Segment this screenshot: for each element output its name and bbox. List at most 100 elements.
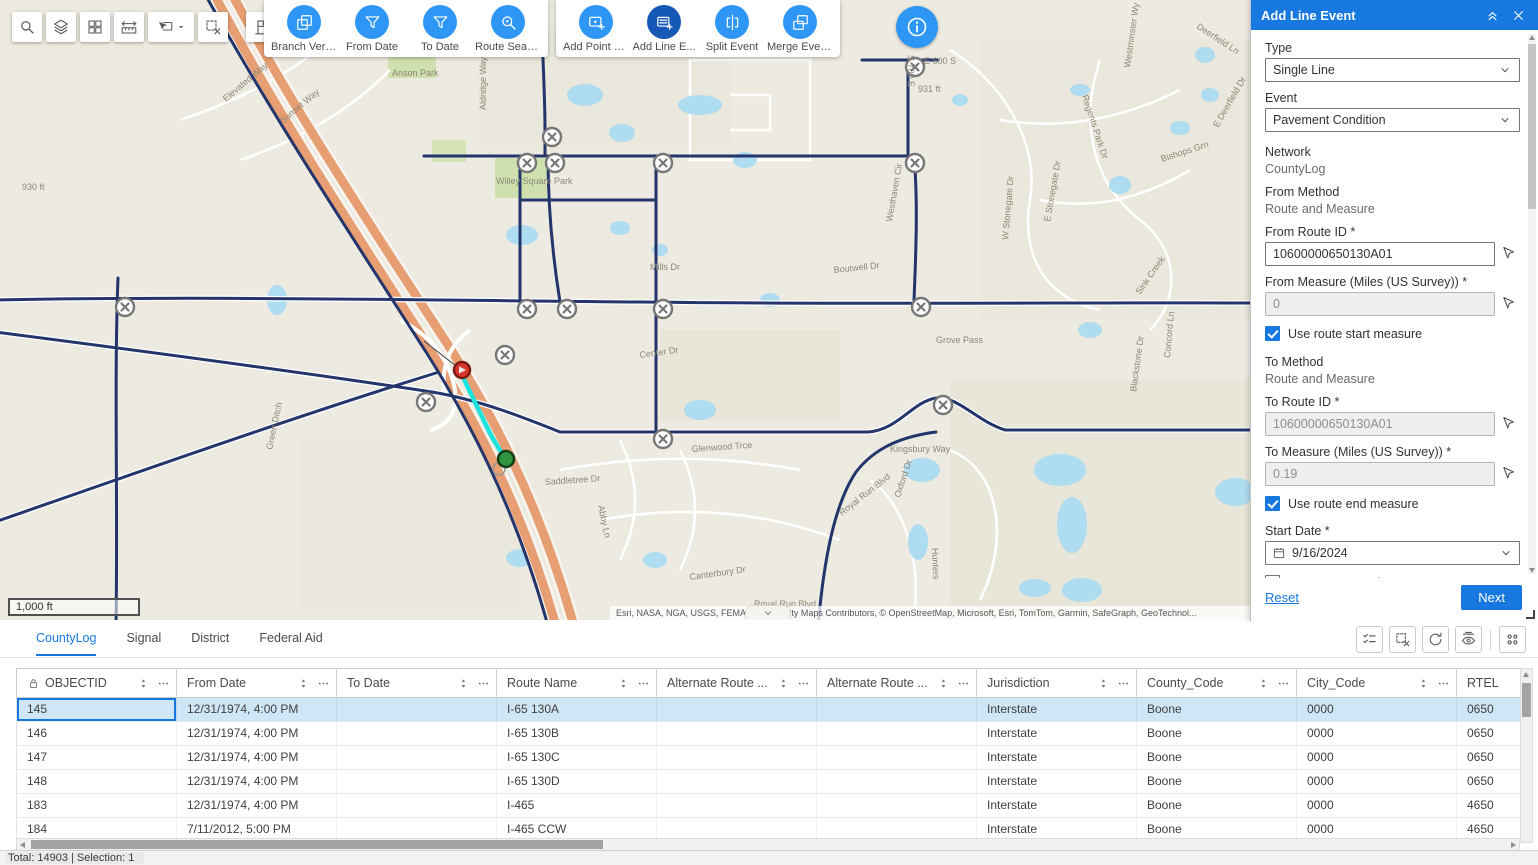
table-cell[interactable]: 0000 [1297,794,1457,817]
table-cell[interactable]: 12/31/1974, 4:00 PM [177,746,337,769]
table-cell[interactable]: 12/31/1974, 4:00 PM [177,770,337,793]
table-cell[interactable]: Boone [1137,746,1297,769]
column-header[interactable]: Route Name [497,668,657,698]
from-date-button[interactable]: From Date [340,5,404,53]
select-button[interactable] [148,12,194,42]
show-hide-columns-button[interactable] [1455,626,1482,653]
table-cell[interactable]: Interstate [977,794,1137,817]
table-cell[interactable]: 0000 [1297,698,1457,721]
table-cell[interactable]: I-465 [497,794,657,817]
tab-signal[interactable]: Signal [126,631,161,656]
panel-resize-handle[interactable] [1526,610,1535,619]
collapse-button[interactable] [1482,5,1502,25]
use-route-start-measure-row[interactable]: Use route start measure [1265,326,1520,341]
layers-button[interactable] [46,12,76,42]
tab-district[interactable]: District [191,631,229,656]
table-row[interactable]: 14512/31/1974, 4:00 PM I-65 130A Interstat… [17,698,1520,722]
table-cell[interactable] [657,770,817,793]
table-cell[interactable] [657,698,817,721]
use-route-start-measure-checkbox[interactable] [1265,326,1280,341]
table-cell[interactable]: 0650 [1457,722,1521,745]
scroll-thumb[interactable] [1528,44,1536,209]
table-vertical-scrollbar[interactable] [1520,668,1533,843]
column-header[interactable]: From Date [177,668,337,698]
type-select[interactable]: Single Line [1265,58,1520,82]
table-cell[interactable] [657,794,817,817]
table-cell[interactable]: 145 [17,698,177,721]
table-cell[interactable]: I-65 130B [497,722,657,745]
table-cell[interactable]: 0000 [1297,746,1457,769]
pick-measure-icon[interactable] [1500,294,1520,314]
table-cell[interactable] [337,698,497,721]
table-cell[interactable]: 0000 [1297,722,1457,745]
table-cell[interactable]: I-65 130A [497,698,657,721]
start-date-input[interactable]: 9/16/2024 [1265,541,1520,565]
scroll-down-arrow[interactable] [1529,568,1535,573]
scroll-thumb[interactable] [31,840,603,849]
table-cell[interactable]: 4650 [1457,794,1521,817]
pick-route-icon[interactable] [1500,414,1520,434]
event-select[interactable]: Pavement Condition [1265,108,1520,132]
table-row[interactable]: 14712/31/1974, 4:00 PM I-65 130C Interstat… [17,746,1520,770]
table-row[interactable]: 18312/31/1974, 4:00 PMI-465InterstateBoo… [17,794,1520,818]
to-date-button[interactable]: To Date [408,5,472,53]
scroll-right-arrow[interactable] [1511,842,1516,848]
options-grid-button[interactable] [1499,626,1526,653]
use-route-start-date-checkbox[interactable] [1265,575,1280,578]
column-header[interactable]: To Date [337,668,497,698]
select-records-button[interactable] [1356,626,1383,653]
scroll-up-arrow[interactable] [1529,35,1535,40]
tab-countylog[interactable]: CountyLog [36,631,96,656]
add-point-e-button[interactable]: Add Point E... [564,5,628,53]
column-header[interactable]: OBJECTID [17,668,177,698]
from-measure-input[interactable] [1265,292,1495,316]
add-line-e-button[interactable]: Add Line E... [632,5,696,53]
search-button[interactable] [12,12,42,42]
table-cell[interactable]: I-65 130D [497,770,657,793]
table-cell[interactable] [817,794,977,817]
table-cell[interactable] [817,770,977,793]
table-cell[interactable] [337,794,497,817]
refresh-button[interactable] [1422,626,1449,653]
pick-route-icon[interactable] [1500,244,1520,264]
column-header[interactable]: Jurisdiction [977,668,1137,698]
from-route-id-input[interactable] [1265,242,1495,266]
table-cell[interactable]: Boone [1137,794,1297,817]
merge-events-button[interactable]: Merge Events [768,5,832,53]
table-cell[interactable] [817,746,977,769]
table-cell[interactable]: 0650 [1457,746,1521,769]
table-cell[interactable]: 0650 [1457,770,1521,793]
use-route-start-date-row[interactable]: Use route start date [1265,575,1520,578]
table-cell[interactable]: 148 [17,770,177,793]
close-button[interactable] [1508,5,1528,25]
use-route-end-measure-row[interactable]: Use route end measure [1265,496,1520,511]
table-row[interactable]: 14612/31/1974, 4:00 PM I-65 130B Interstat… [17,722,1520,746]
scroll-left-arrow[interactable] [20,842,25,848]
column-header[interactable]: RTEL [1457,668,1521,698]
table-cell[interactable]: I-65 130C [497,746,657,769]
table-cell[interactable]: Boone [1137,698,1297,721]
table-cell[interactable] [337,770,497,793]
basemap-grid-button[interactable] [80,12,110,42]
column-header[interactable]: Alternate Route ... [817,668,977,698]
column-header[interactable]: County_Code [1137,668,1297,698]
table-cell[interactable]: 0650 [1457,698,1521,721]
table-cell[interactable]: Boone [1137,770,1297,793]
table-cell[interactable] [337,722,497,745]
pick-measure-icon[interactable] [1500,464,1520,484]
table-cell[interactable]: 147 [17,746,177,769]
table-cell[interactable]: 0000 [1297,770,1457,793]
table-cell[interactable] [817,722,977,745]
table-cell[interactable]: Interstate [977,722,1137,745]
table-cell[interactable]: Interstate [977,698,1137,721]
tab-federal-aid[interactable]: Federal Aid [259,631,322,656]
to-route-id-input[interactable] [1265,412,1495,436]
table-cell[interactable]: 12/31/1974, 4:00 PM [177,698,337,721]
table-cell[interactable]: 12/31/1974, 4:00 PM [177,722,337,745]
table-cell[interactable]: 146 [17,722,177,745]
table-row[interactable]: 14812/31/1974, 4:00 PMI-65 130DInterstat… [17,770,1520,794]
route-search-button[interactable]: Route Search [476,5,540,53]
use-route-end-measure-checkbox[interactable] [1265,496,1280,511]
table-cell[interactable]: Interstate [977,746,1137,769]
column-header[interactable]: Alternate Route ... [657,668,817,698]
